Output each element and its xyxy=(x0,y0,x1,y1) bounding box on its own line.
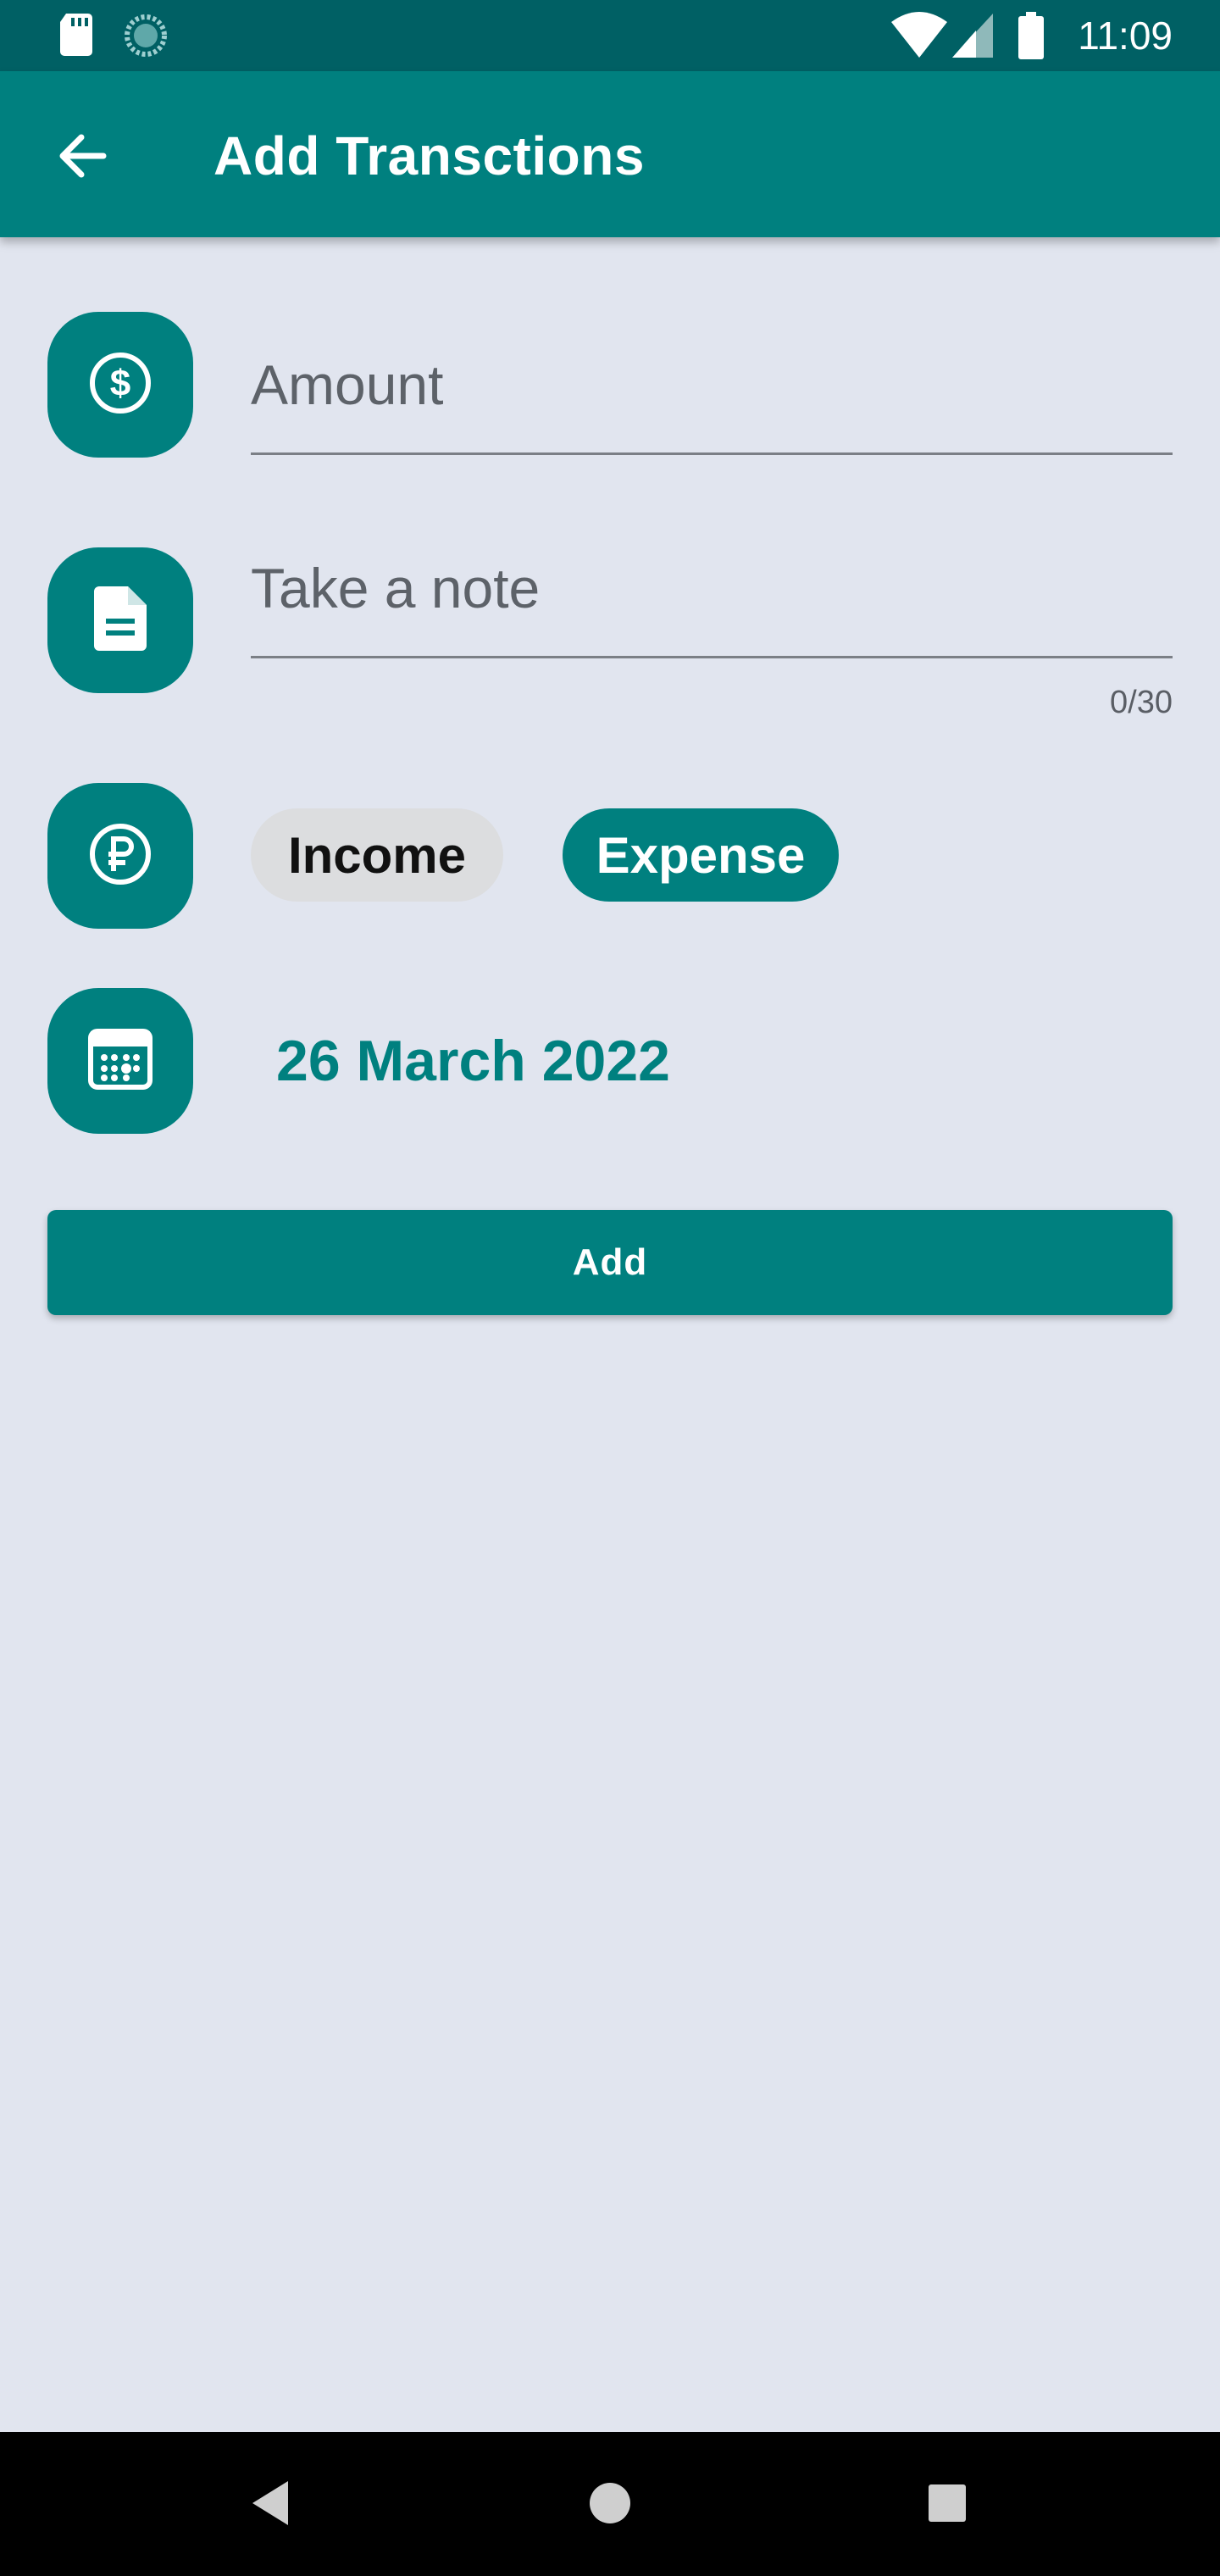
amount-icon-tile: $ xyxy=(47,312,193,458)
ruble-circle-icon xyxy=(88,822,152,891)
date-picker-label[interactable]: 26 March 2022 xyxy=(276,1025,670,1096)
add-button[interactable]: Add xyxy=(47,1210,1173,1315)
amount-underline xyxy=(251,452,1173,455)
note-icon-tile xyxy=(47,547,193,693)
document-icon xyxy=(92,586,148,655)
navigation-bar xyxy=(0,2432,1220,2576)
note-underline xyxy=(251,656,1173,658)
type-icon-tile xyxy=(47,783,193,929)
note-char-counter: 0/30 xyxy=(1110,685,1173,720)
expense-chip[interactable]: Expense xyxy=(563,808,839,902)
wifi-icon xyxy=(891,12,947,62)
back-triangle-icon[interactable] xyxy=(249,2479,291,2531)
page-title: Add Transctions xyxy=(214,125,645,186)
calendar-icon xyxy=(88,1028,152,1094)
recents-square-icon[interactable] xyxy=(929,2484,966,2526)
home-circle-icon[interactable] xyxy=(588,2481,632,2529)
battery-icon xyxy=(1018,12,1044,64)
svg-text:$: $ xyxy=(110,363,130,404)
loading-icon xyxy=(124,14,168,62)
app-bar: Add Transctions xyxy=(0,71,1220,237)
income-chip[interactable]: Income xyxy=(251,808,503,902)
sd-card-icon xyxy=(59,14,93,60)
arrow-back-icon[interactable] xyxy=(47,120,119,192)
status-time: 11:09 xyxy=(1078,14,1173,58)
cell-signal-icon xyxy=(952,14,993,62)
amount-input[interactable] xyxy=(251,334,1173,436)
status-bar: 11:09 xyxy=(0,0,1220,71)
dollar-circle-icon: $ xyxy=(88,351,152,419)
note-input[interactable] xyxy=(251,537,1173,639)
date-icon-tile xyxy=(47,988,193,1134)
